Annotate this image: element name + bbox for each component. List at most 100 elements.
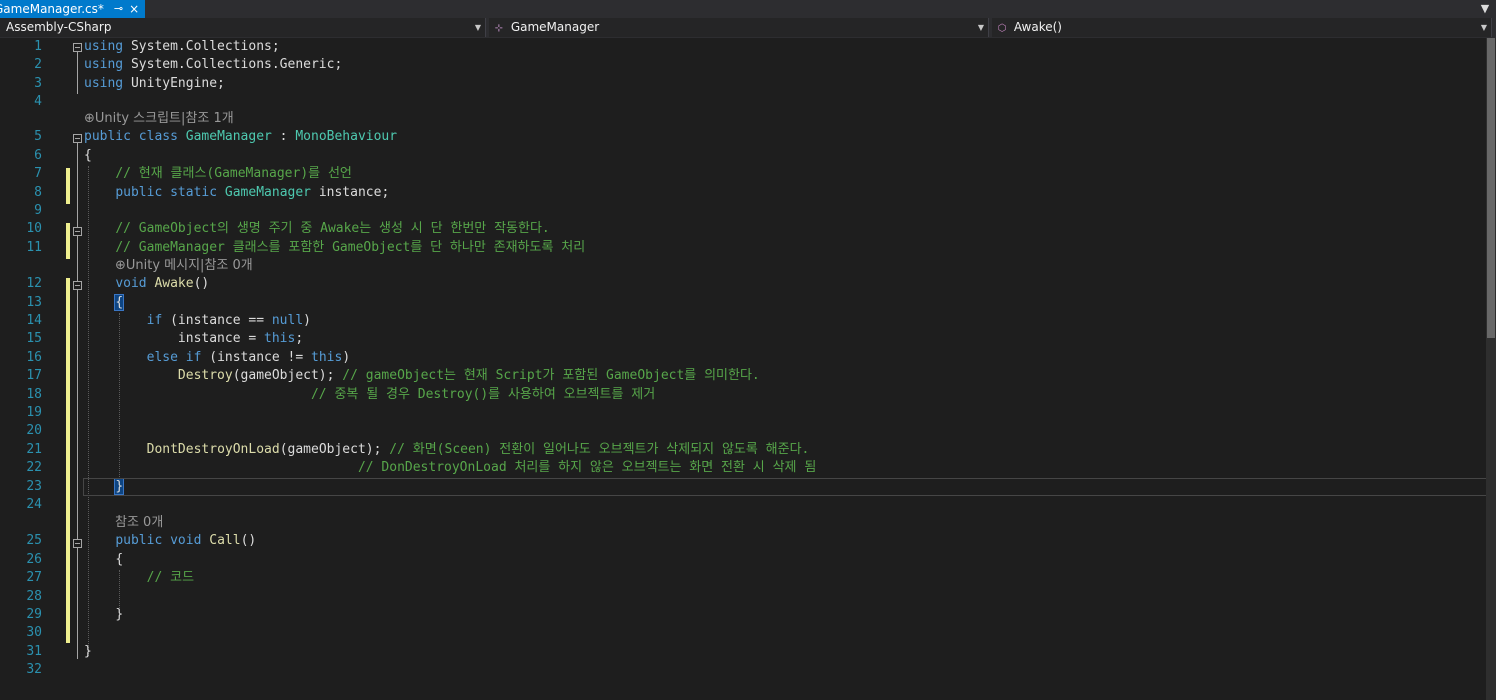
line-number: 1 — [34, 39, 42, 54]
code-text: (gameObject); — [279, 441, 390, 457]
code-line: 18 // 중복 될 경우 Destroy()를 사용하여 오브젝트를 제거 — [0, 386, 1496, 404]
line-number: 5 — [34, 129, 42, 145]
code-line: 5 public class GameManager : MonoBehavio… — [0, 128, 1496, 146]
line-number: 2 — [34, 57, 42, 73]
code-line: 30 — [0, 624, 1496, 642]
method-name: DontDestroyOnLoad — [146, 441, 280, 457]
line-number: 25 — [26, 533, 42, 549]
line-number: 27 — [26, 570, 42, 586]
code-text: ; — [295, 331, 304, 347]
member-dropdown[interactable]: ⬡ Awake() ▼ — [992, 18, 1492, 37]
line-number: 11 — [26, 239, 42, 255]
chevron-down-icon: ▼ — [977, 23, 984, 32]
brace-highlight: { — [114, 293, 125, 311]
codelens-class-references[interactable]: ⊕Unity 스크립트|참조 1개 — [84, 110, 234, 128]
comment: // GameObject의 생명 주기 중 Awake는 생성 시 단 한번만… — [115, 221, 550, 237]
keyword: using — [84, 39, 124, 54]
code-text: : — [271, 129, 296, 145]
line-number: 23 — [26, 478, 42, 494]
type-name: MonoBehaviour — [295, 129, 398, 145]
code-text: System.Collections; — [123, 39, 280, 54]
method-name: Awake — [154, 276, 194, 292]
line-number: 29 — [26, 607, 42, 622]
code-line: 4 — [0, 93, 1496, 111]
keyword: if — [185, 349, 202, 365]
type-dropdown[interactable]: ⊹ GameManager ▼ — [489, 18, 989, 37]
code-line: 22 // DonDestroyOnLoad 처리를 하지 않은 오브젝트는 화… — [0, 459, 1496, 477]
close-icon[interactable]: × — [129, 0, 139, 18]
keyword: using — [84, 57, 124, 73]
method-name: Destroy — [177, 368, 233, 384]
tab-overflow-chevron-down-icon[interactable]: ▼ — [1478, 0, 1492, 18]
pin-icon[interactable]: ⊸ — [114, 0, 123, 18]
code-text: instance = — [177, 331, 265, 347]
code-text: (instance != — [201, 349, 311, 365]
line-number: 15 — [26, 331, 42, 347]
line-number: 30 — [26, 625, 42, 641]
vertical-scrollbar[interactable] — [1486, 38, 1496, 700]
code-line: 15 instance = this; — [0, 330, 1496, 348]
code-line: 6 { — [0, 147, 1496, 165]
method-icon: ⬡ — [997, 23, 1007, 34]
line-number: 17 — [26, 368, 42, 384]
code-line: 1 using System.Collections; — [0, 38, 1496, 56]
code-line: 25 public void Call() — [0, 532, 1496, 550]
code-line: 19 — [0, 404, 1496, 422]
brace: } — [115, 607, 124, 622]
code-line: 24 — [0, 496, 1496, 514]
line-number: 21 — [26, 441, 42, 457]
code-line: 3 using UnityEngine; — [0, 75, 1496, 93]
code-line: 2 using System.Collections.Generic; — [0, 56, 1496, 74]
line-number: 13 — [26, 294, 42, 310]
keyword: class — [138, 129, 178, 145]
chevron-down-icon: ▼ — [1480, 23, 1487, 32]
line-number: 12 — [26, 276, 42, 292]
project-dropdown[interactable]: Assembly-CSharp ▼ — [0, 18, 486, 37]
type-name: GameManager — [185, 129, 272, 145]
brace: { — [84, 147, 92, 163]
brace: } — [84, 643, 92, 659]
code-text: instance; — [311, 184, 390, 200]
codelens-call-references[interactable]: 참조 0개 — [115, 514, 163, 532]
type-name: GameManager — [224, 184, 311, 200]
keyword: if — [146, 313, 163, 328]
line-number: 32 — [26, 662, 42, 678]
code-line: 32 — [0, 661, 1496, 679]
line-number: 6 — [34, 147, 42, 163]
line-number: 14 — [26, 313, 42, 328]
code-line: 16 else if (instance != this) — [0, 349, 1496, 367]
comment: // GameManager 클래스를 포함한 GameObject를 단 하나… — [115, 239, 586, 255]
code-line: 29 } — [0, 606, 1496, 624]
comment: // gameObject는 현재 Script가 포함된 GameObject… — [342, 368, 760, 384]
scrollbar-thumb[interactable] — [1487, 38, 1495, 338]
brace-highlight: } — [114, 477, 125, 495]
project-dropdown-value: Assembly-CSharp — [6, 20, 112, 34]
method-name: Call — [209, 533, 241, 549]
code-line: 13 { — [0, 293, 1496, 312]
codelens-awake-references[interactable]: ⊕Unity 메시지|참조 0개 — [115, 257, 253, 275]
code-text: () — [240, 533, 257, 549]
keyword: else — [146, 349, 178, 365]
comment: // 코드 — [146, 570, 195, 586]
keyword: static — [170, 184, 218, 200]
line-number: 19 — [26, 405, 42, 420]
line-number: 24 — [26, 497, 42, 512]
keyword: void — [115, 276, 147, 292]
line-number: 9 — [34, 203, 42, 218]
document-tab[interactable]: GameManager.cs* ⊸ × — [0, 0, 146, 18]
line-number: 18 — [26, 386, 42, 402]
code-line: 11 // GameManager 클래스를 포함한 GameObject를 단… — [0, 239, 1496, 257]
code-line: 27 // 코드 — [0, 569, 1496, 587]
code-editor[interactable]: 1 using System.Collections; 2 using Syst… — [0, 38, 1496, 700]
line-number: 10 — [26, 221, 42, 237]
code-text: (instance == — [162, 313, 272, 328]
keyword: this — [264, 331, 296, 347]
keyword: public — [84, 129, 131, 145]
line-number: 3 — [34, 75, 42, 91]
comment: // DonDestroyOnLoad 처리를 하지 않은 오브젝트는 화면 전… — [357, 460, 817, 476]
type-dropdown-value: GameManager — [510, 20, 600, 34]
line-number: 7 — [34, 166, 42, 182]
code-line: 12 void Awake() — [0, 275, 1496, 293]
code-text: UnityEngine; — [123, 75, 225, 91]
document-tab-strip: GameManager.cs* ⊸ × ▼ — [0, 0, 1496, 20]
